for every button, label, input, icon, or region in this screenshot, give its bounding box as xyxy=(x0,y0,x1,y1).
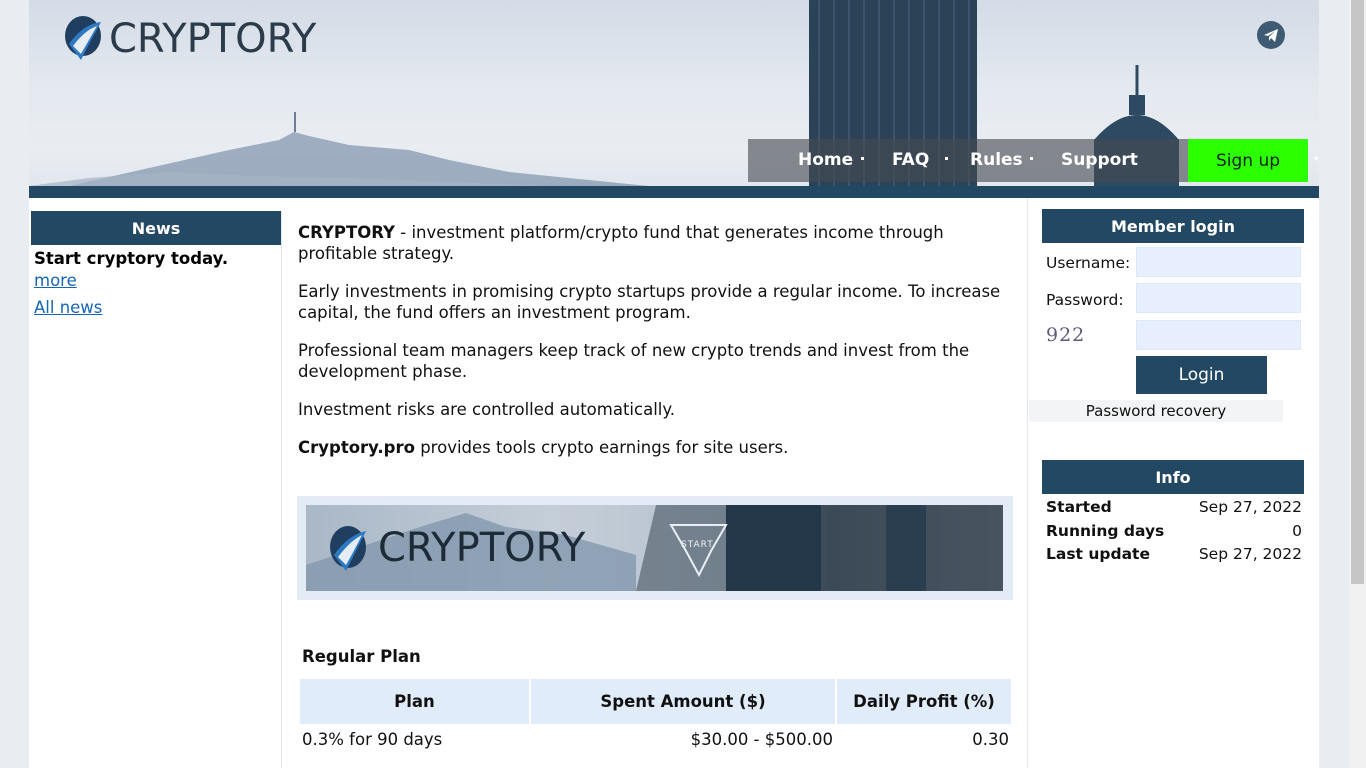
profit-column-header: Daily Profit (%) xyxy=(837,679,1011,724)
username-label: Username: xyxy=(1046,254,1131,272)
brand-name: CRYPTORY xyxy=(298,223,395,242)
amount-cell: $30.00 - $500.00 xyxy=(690,729,833,749)
username-input[interactable] xyxy=(1136,247,1301,277)
intro-paragraph: Investment risks are controlled automati… xyxy=(298,400,676,419)
plan-table: Plan Spent Amount ($) Daily Profit (%) 0… xyxy=(298,677,1013,754)
logo-emblem-icon xyxy=(65,16,101,60)
vertical-scrollbar[interactable] xyxy=(1349,0,1366,768)
news-item-title: Start cryptory today. xyxy=(34,249,229,268)
profit-cell: 0.30 xyxy=(972,729,1009,749)
news-header: News xyxy=(31,211,281,245)
nav-home[interactable]: Home xyxy=(798,150,853,170)
intro-paragraph: Early investments in promising crypto st… xyxy=(298,282,1001,322)
info-header: Info xyxy=(1042,460,1304,494)
plan-column-header: Plan xyxy=(300,679,529,724)
info-key: Started xyxy=(1046,498,1112,516)
nav-separator xyxy=(861,157,864,160)
site-domain: Cryptory.pro xyxy=(298,438,415,457)
password-input[interactable] xyxy=(1136,283,1301,313)
info-row: Started Sep 27, 2022 xyxy=(1046,498,1302,516)
all-news-link[interactable]: All news xyxy=(34,298,102,317)
nav-separator xyxy=(1315,157,1318,160)
nav-support[interactable]: Support xyxy=(1061,150,1138,170)
intro-paragraph: CRYPTORY - investment platform/crypto fu… xyxy=(298,222,1014,264)
banner-start-label: START xyxy=(681,540,714,550)
banner-image: CRYPTORY START xyxy=(306,505,1003,591)
intro-paragraph-text: provides tools crypto earnings for site … xyxy=(414,438,789,457)
news-column: News Start cryptory today. more All news xyxy=(31,211,282,768)
banner-logo-icon xyxy=(330,526,366,571)
news-more-link[interactable]: more xyxy=(34,271,77,290)
promo-banner[interactable]: CRYPTORY START xyxy=(297,496,1013,600)
table-row: 0.3% for 90 days $30.00 - $500.00 0.30 xyxy=(300,726,1011,752)
captcha-image: 922 xyxy=(1046,324,1086,346)
info-value: Sep 27, 2022 xyxy=(1198,545,1302,563)
password-label: Password: xyxy=(1046,291,1124,309)
info-value: Sep 27, 2022 xyxy=(1198,498,1302,516)
info-key: Running days xyxy=(1046,522,1165,540)
nav-separator xyxy=(945,157,948,160)
banner-logo-text: CRYPTORY xyxy=(378,525,586,571)
amount-column-header: Spent Amount ($) xyxy=(531,679,835,724)
header-bottom-bar xyxy=(29,186,1319,198)
intro-paragraph: Cryptory.pro provides tools crypto earni… xyxy=(298,437,1014,458)
intro-text: CRYPTORY - investment platform/crypto fu… xyxy=(298,222,1014,475)
intro-paragraph-text: - investment platform/crypto fund that g… xyxy=(298,223,944,263)
nav-rules[interactable]: Rules xyxy=(970,150,1023,170)
plan-title: Regular Plan xyxy=(302,647,421,666)
intro-paragraph: Professional team managers keep track of… xyxy=(298,341,970,381)
logo[interactable]: CRYPTORY xyxy=(63,14,317,64)
password-recovery-link[interactable]: Password recovery xyxy=(1029,400,1283,422)
sidebar-right: Member login Username: Password: 922 Log… xyxy=(1027,198,1319,768)
info-row: Last update Sep 27, 2022 xyxy=(1046,545,1302,563)
captcha-input[interactable] xyxy=(1136,320,1301,350)
info-value: 0 xyxy=(1292,522,1302,540)
login-button[interactable]: Login xyxy=(1136,356,1267,394)
scrollbar-thumb[interactable] xyxy=(1351,0,1364,584)
nav-separator xyxy=(1030,157,1033,160)
site-header: CRYPTORY Home FAQ Rules Support Sign up xyxy=(29,0,1319,198)
telegram-icon[interactable] xyxy=(1257,21,1285,49)
login-header: Member login xyxy=(1042,209,1304,243)
page: CRYPTORY Home FAQ Rules Support Sign up … xyxy=(29,0,1319,768)
signup-button[interactable]: Sign up xyxy=(1188,139,1308,182)
info-key: Last update xyxy=(1046,545,1150,563)
logo-text: CRYPTORY xyxy=(109,16,317,62)
info-row: Running days 0 xyxy=(1046,522,1302,540)
plan-cell: 0.3% for 90 days xyxy=(302,729,443,749)
nav-faq[interactable]: FAQ xyxy=(892,150,929,170)
